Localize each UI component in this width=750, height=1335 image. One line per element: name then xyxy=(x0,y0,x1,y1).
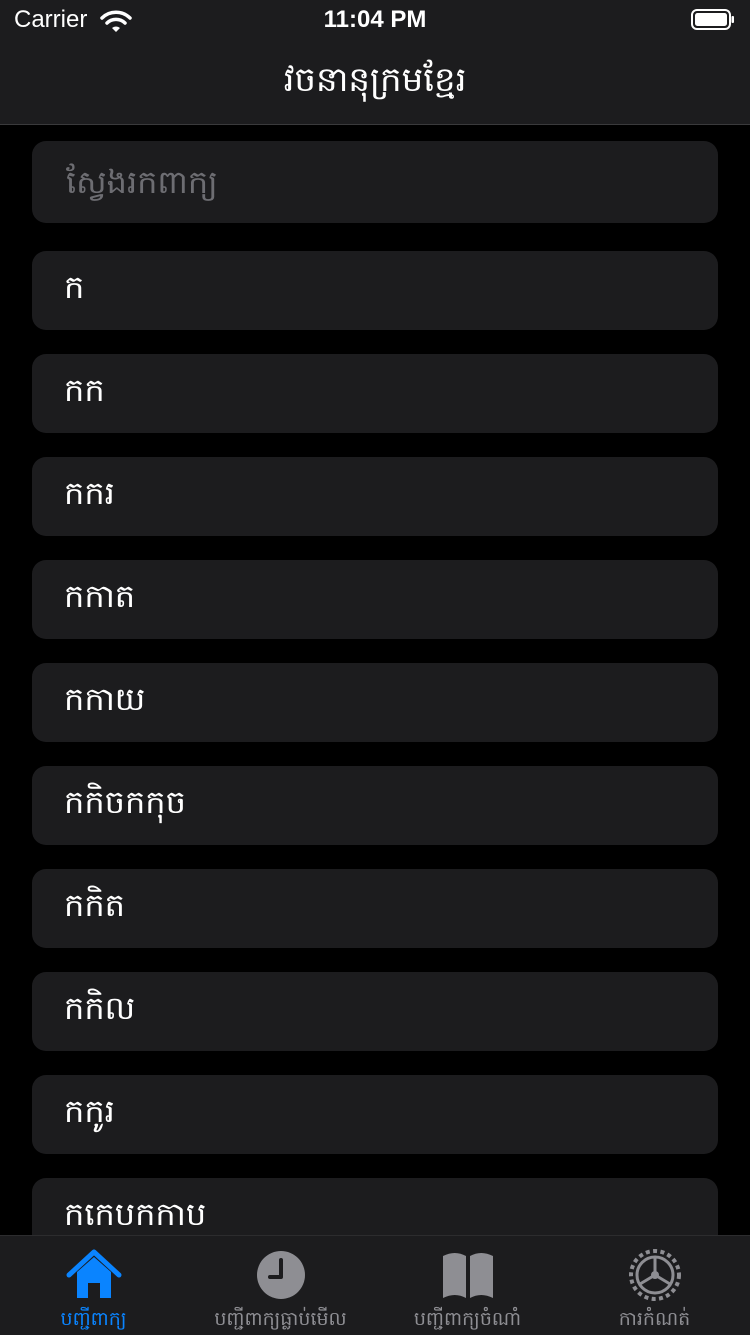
word-list-item[interactable]: កកិត xyxy=(32,869,718,948)
word-list-item[interactable]: កកាត xyxy=(32,560,718,639)
status-time: 11:04 PM xyxy=(323,6,427,33)
word-list-item[interactable]: កកិល xyxy=(32,972,718,1051)
tab-bar: បញ្ជីពាក្យ បញ្ជីពាក្យធ្លាប់មើល បញ្ជីពាក្… xyxy=(0,1235,750,1335)
word-list-screen[interactable]: ក កក កករ កកាត កកាយ កកិចកកុច កកិត កកិល កក… xyxy=(0,125,750,1235)
tab-word-list[interactable]: បញ្ជីពាក្យ xyxy=(0,1236,187,1335)
home-icon xyxy=(66,1249,121,1298)
tab-settings[interactable]: ការកំណត់ xyxy=(561,1236,748,1335)
tab-label: ការកំណត់ xyxy=(618,1308,691,1330)
word-list-item[interactable]: កករ xyxy=(32,457,718,536)
word-list-item[interactable]: កកិចកកុច xyxy=(32,766,718,845)
search-bar[interactable] xyxy=(32,141,718,223)
status-bar: Carrier 11:04 PM xyxy=(0,0,750,40)
tab-label: បញ្ជីពាក្យធ្លាប់មើល xyxy=(214,1308,347,1330)
page-title: វចនានុក្រមខ្មែរ xyxy=(283,60,467,100)
word-list-item[interactable]: កកេបកកាប xyxy=(32,1178,718,1235)
tab-history[interactable]: បញ្ជីពាក្យធ្លាប់មើល xyxy=(187,1236,374,1335)
word-list-item[interactable]: កកាយ xyxy=(32,663,718,742)
word-list-item[interactable]: កក xyxy=(32,354,718,433)
navigation-bar: វចនានុក្រមខ្មែរ xyxy=(0,40,750,125)
battery-icon xyxy=(691,9,734,30)
word-list-item[interactable]: ក xyxy=(32,251,718,330)
tab-bookmarks[interactable]: បញ្ជីពាក្យចំណាំ xyxy=(374,1236,561,1335)
book-icon xyxy=(442,1253,493,1298)
word-list-item[interactable]: កកូរ xyxy=(32,1075,718,1154)
clock-icon xyxy=(256,1251,305,1299)
gear-icon xyxy=(628,1249,681,1301)
word-list[interactable]: ក កក កករ កកាត កកាយ កកិចកកុច កកិត កកិល កក… xyxy=(32,251,718,1235)
tab-label: បញ្ជីពាក្យចំណាំ xyxy=(413,1308,522,1330)
search-input[interactable] xyxy=(64,162,686,202)
tab-label: បញ្ជីពាក្យ xyxy=(60,1308,127,1330)
